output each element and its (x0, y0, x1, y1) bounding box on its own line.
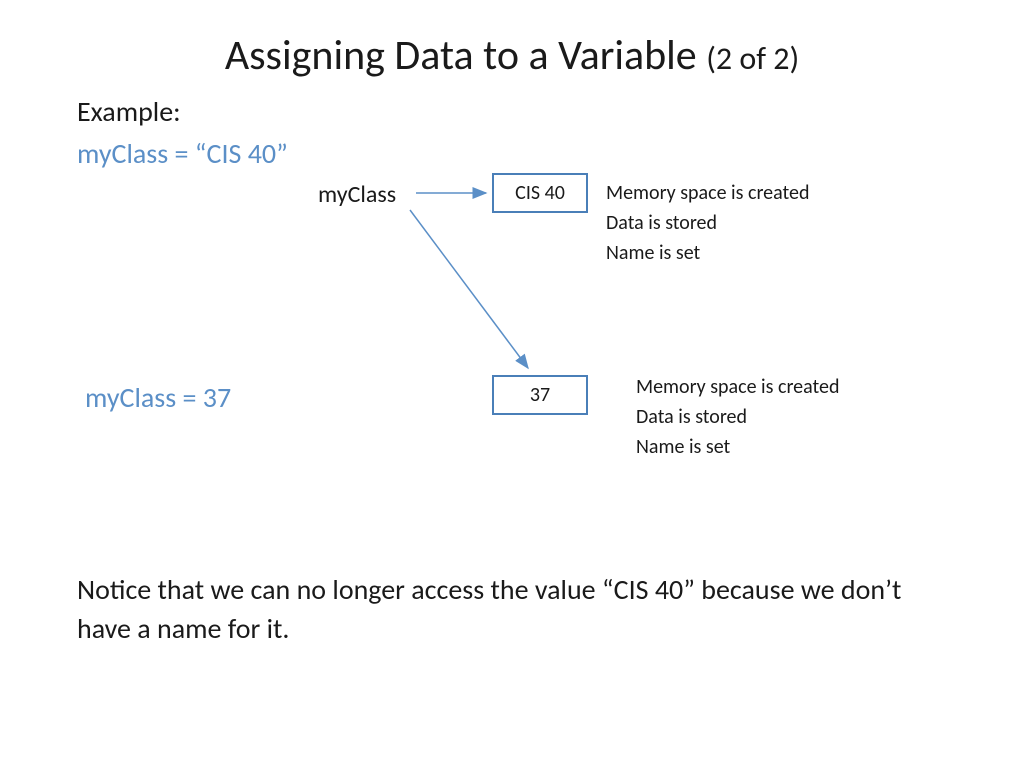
notes-block-1: Memory space is created Data is stored N… (606, 178, 809, 268)
notes-block-2: Memory space is created Data is stored N… (636, 372, 839, 462)
notes2-line1: Memory space is created (636, 372, 839, 402)
code-assignment-1: myClass = “CIS 40” (77, 136, 288, 171)
variable-name-label: myClass (318, 180, 396, 209)
footer-note: Notice that we can no longer access the … (77, 570, 947, 648)
memory-box-1-value: CIS 40 (515, 181, 565, 205)
memory-box-2-value: 37 (530, 383, 550, 407)
arrow-to-box2-icon (410, 210, 528, 368)
notes2-line2: Data is stored (636, 402, 839, 432)
memory-box-2: 37 (492, 375, 588, 415)
notes2-line3: Name is set (636, 432, 839, 462)
memory-box-1: CIS 40 (492, 173, 588, 213)
notes1-line1: Memory space is created (606, 178, 809, 208)
code-assignment-2: myClass = 37 (85, 380, 231, 415)
notes1-line2: Data is stored (606, 208, 809, 238)
title-sub: (2 of 2) (706, 39, 799, 78)
slide-title: Assigning Data to a Variable (2 of 2) (0, 30, 1024, 81)
notes1-line3: Name is set (606, 238, 809, 268)
example-label: Example: (77, 94, 181, 129)
title-main: Assigning Data to a Variable (225, 30, 697, 81)
